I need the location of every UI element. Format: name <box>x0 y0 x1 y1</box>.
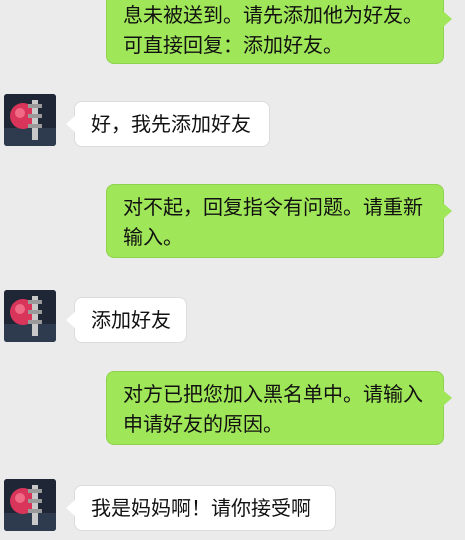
incoming-message-bubble[interactable]: 添加好友 <box>66 297 187 343</box>
user-avatar-icon[interactable] <box>4 479 56 531</box>
incoming-message-bubble[interactable]: 好，我先添加好友 <box>66 101 270 147</box>
user-avatar-icon[interactable] <box>4 290 56 342</box>
incoming-message-bubble[interactable]: 我是妈妈啊！请你接受啊 <box>66 485 336 531</box>
chat-area: 息未被送到。请先添加他为好友。 可直接回复：添加好友。 好，我先添加好友 对不起… <box>0 0 465 540</box>
outgoing-message-bubble[interactable]: 息未被送到。请先添加他为好友。 可直接回复：添加好友。 <box>106 0 452 64</box>
outgoing-message-bubble[interactable]: 对方已把您加入黑名单中。请输入 申请好友的原因。 <box>106 371 452 445</box>
outgoing-message-bubble[interactable]: 对不起，回复指令有问题。请重新 输入。 <box>106 184 452 258</box>
user-avatar-icon[interactable] <box>4 94 56 146</box>
